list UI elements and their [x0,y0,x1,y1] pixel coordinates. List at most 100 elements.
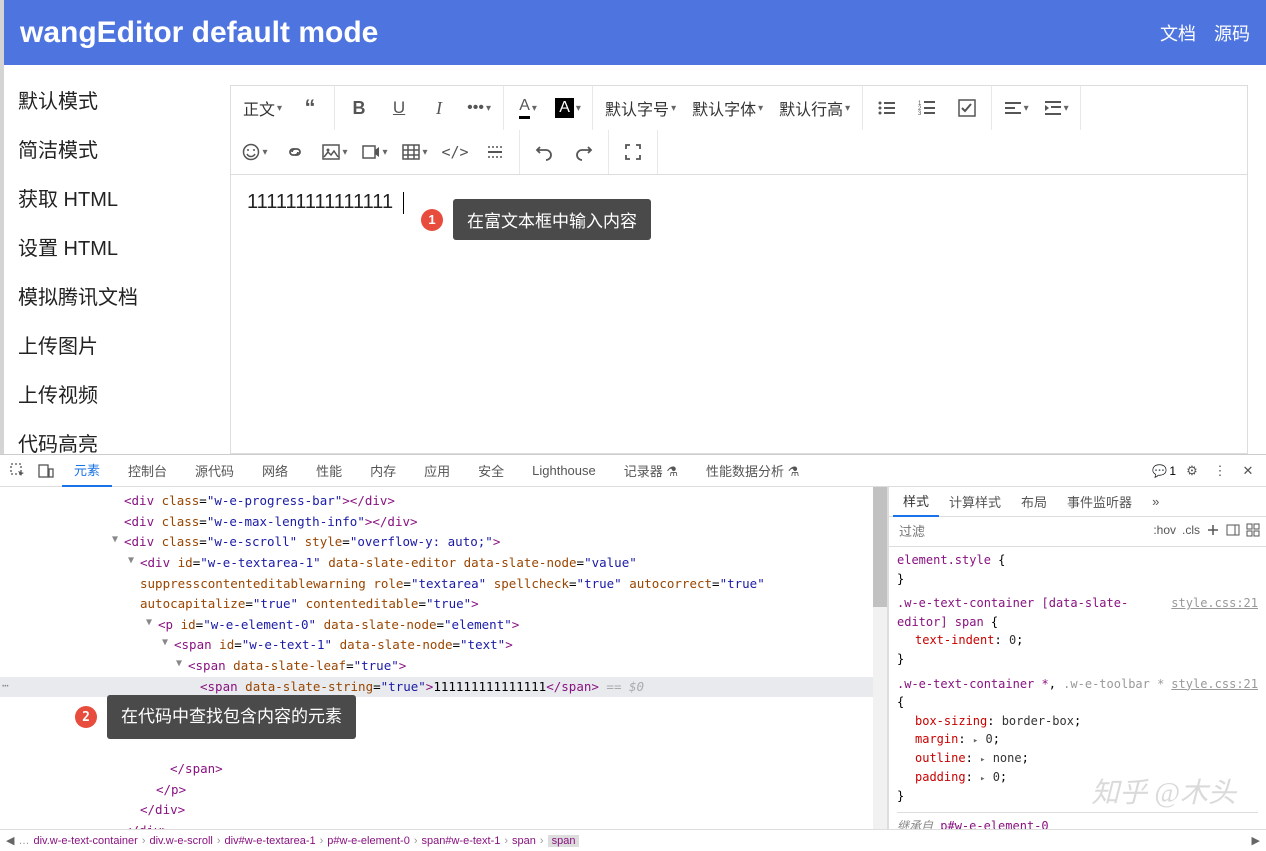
dom-node-close[interactable]: </span> 2 在代码中查找包含内容的元素 [0,697,887,759]
devtools-tab-security[interactable]: 安全 [466,455,516,486]
dom-node[interactable]: <div class="w-e-progress-bar"></div> [0,491,887,512]
editor-content-area[interactable]: 111111111111111 1 在富文本框中输入内容 [230,175,1248,454]
close-devtools-button[interactable]: ✕ [1236,459,1260,483]
dom-node[interactable]: ▼<span id="w-e-text-1" data-slate-node="… [0,635,887,656]
sidebar-item-simple-mode[interactable]: 简洁模式 [4,124,230,173]
video-dropdown[interactable]: ▾ [355,130,395,174]
text-color-dropdown[interactable]: A▾ [508,86,548,130]
style-rule[interactable]: style.css:21 .w-e-text-container *, .w-e… [897,675,1258,806]
style-rule[interactable]: element.style {} [897,551,1258,588]
settings-button[interactable]: ⚙ [1180,459,1204,483]
styles-tab-bar: 样式 计算样式 布局 事件监听器 » [889,487,1266,517]
styles-filter-input[interactable] [889,524,1147,539]
undo-button[interactable] [524,130,564,174]
layout-panel-button[interactable] [1246,523,1260,540]
italic-button[interactable]: I [419,86,459,130]
emoji-dropdown[interactable]: ▾ [235,130,275,174]
image-dropdown[interactable]: ▾ [315,130,355,174]
sidebar-item-default-mode[interactable]: 默认模式 [4,75,230,124]
dom-node-close[interactable]: </div> [0,821,887,829]
devtools-tab-memory[interactable]: 内存 [358,455,408,486]
devtools-tab-sources[interactable]: 源代码 [183,455,246,486]
blockquote-button[interactable]: “ [290,86,330,130]
devtools-tab-elements[interactable]: 元素 [62,454,112,487]
header-link-docs[interactable]: 文档 [1160,20,1196,46]
devtools-tab-network[interactable]: 网络 [250,455,300,486]
style-rule[interactable]: style.css:21 .w-e-text-container [data-s… [897,594,1258,668]
dom-node-close[interactable]: </div> [0,800,887,821]
italic-icon: I [436,98,442,119]
devtools-tab-recorder[interactable]: 记录器 ⚗ [612,455,690,486]
divider-button[interactable] [475,130,515,174]
editor-text: 111111111111111 [247,191,393,213]
sidebar-item-upload-video[interactable]: 上传视频 [4,369,230,418]
styles-tab-layout[interactable]: 布局 [1011,487,1057,516]
cls-toggle[interactable]: .cls [1182,523,1200,540]
header-link-source[interactable]: 源码 [1214,20,1250,46]
sidebar-item-get-html[interactable]: 获取 HTML [4,173,230,222]
heading-dropdown[interactable]: 正文▾ [235,86,290,130]
dom-node[interactable]: ▼<span data-slate-leaf="true"> [0,656,887,677]
devtools-tab-perf-insights[interactable]: 性能数据分析 ⚗ [694,455,811,486]
dom-tree-panel[interactable]: <div class="w-e-progress-bar"></div> <di… [0,487,888,829]
devtools-tab-lighthouse[interactable]: Lighthouse [520,457,608,484]
underline-button[interactable]: U [379,86,419,130]
panel-icon [1226,523,1240,537]
new-rule-button[interactable] [1206,523,1220,540]
dom-node-close[interactable]: </p> [0,780,887,801]
bg-color-dropdown[interactable]: A▾ [548,86,588,130]
dom-node[interactable]: ▼<div class="w-e-scroll" style="overflow… [0,532,887,553]
styles-tab-more[interactable]: » [1142,489,1169,514]
sidebar-item-tencent-doc[interactable]: 模拟腾讯文档 [4,271,230,320]
dom-node-selected[interactable]: ⋯<span data-slate-string="true">11111111… [0,677,887,698]
computed-toggle[interactable] [1226,523,1240,540]
sidebar-item-set-html[interactable]: 设置 HTML [4,222,230,271]
dom-breadcrumb[interactable]: ◀ … div.w-e-text-container› div.w-e-scro… [0,829,1266,851]
font-size-dropdown[interactable]: 默认字号▾ [597,86,684,130]
styles-rules-list[interactable]: element.style {} style.css:21 .w-e-text-… [889,547,1266,829]
todo-button[interactable] [947,86,987,130]
number-list-button[interactable]: 123 [907,86,947,130]
devtools-tab-performance[interactable]: 性能 [304,455,354,486]
close-icon: ✕ [1243,463,1254,479]
link-button[interactable] [275,130,315,174]
styles-tab-computed[interactable]: 计算样式 [939,487,1011,516]
font-family-dropdown[interactable]: 默认字体▾ [684,86,771,130]
plus-icon [1206,523,1220,537]
redo-icon [575,143,593,161]
editor-container: 正文▾ “ B U I •••▾ A▾ A▾ 默认字号▾ 默认字体▾ 默认行高▾… [230,65,1266,454]
bold-icon: B [353,98,366,119]
align-dropdown[interactable]: ▾ [996,86,1036,130]
style-source-link[interactable]: style.css:21 [1171,675,1258,694]
hov-toggle[interactable]: :hov [1153,523,1176,540]
line-height-dropdown[interactable]: 默认行高▾ [771,86,858,130]
code-block-button[interactable]: </> [435,130,475,174]
indent-dropdown[interactable]: ▾ [1036,86,1076,130]
devtools-tab-application[interactable]: 应用 [412,455,462,486]
dom-node[interactable]: <div class="w-e-max-length-info"></div> [0,512,887,533]
devtools-tab-console[interactable]: 控制台 [116,455,179,486]
dom-scrollbar[interactable] [873,487,887,829]
header-links: 文档 源码 [1160,20,1250,46]
fullscreen-button[interactable] [613,130,653,174]
issues-badge[interactable]: 💬1 [1152,464,1176,478]
dom-node-close[interactable]: </span> [0,759,887,780]
styles-tab-events[interactable]: 事件监听器 [1057,487,1142,516]
more-menu-button[interactable]: ⋮ [1208,459,1232,483]
sidebar: 默认模式 简洁模式 获取 HTML 设置 HTML 模拟腾讯文档 上传图片 上传… [4,65,230,454]
table-icon [402,143,420,161]
dom-node[interactable]: ▼<div id="w-e-textarea-1" data-slate-edi… [0,553,887,574]
more-icon: ••• [467,99,484,117]
style-source-link[interactable]: style.css:21 [1171,594,1258,613]
styles-tab-styles[interactable]: 样式 [893,486,939,517]
dom-node[interactable]: ▼<p id="w-e-element-0" data-slate-node="… [0,615,887,636]
inspect-element-button[interactable] [6,459,30,483]
annotation-badge-2: 2 [75,706,97,728]
table-dropdown[interactable]: ▾ [395,130,435,174]
bullet-list-button[interactable] [867,86,907,130]
sidebar-item-upload-image[interactable]: 上传图片 [4,320,230,369]
redo-button[interactable] [564,130,604,174]
device-toggle-button[interactable] [34,459,58,483]
more-style-dropdown[interactable]: •••▾ [459,86,499,130]
bold-button[interactable]: B [339,86,379,130]
